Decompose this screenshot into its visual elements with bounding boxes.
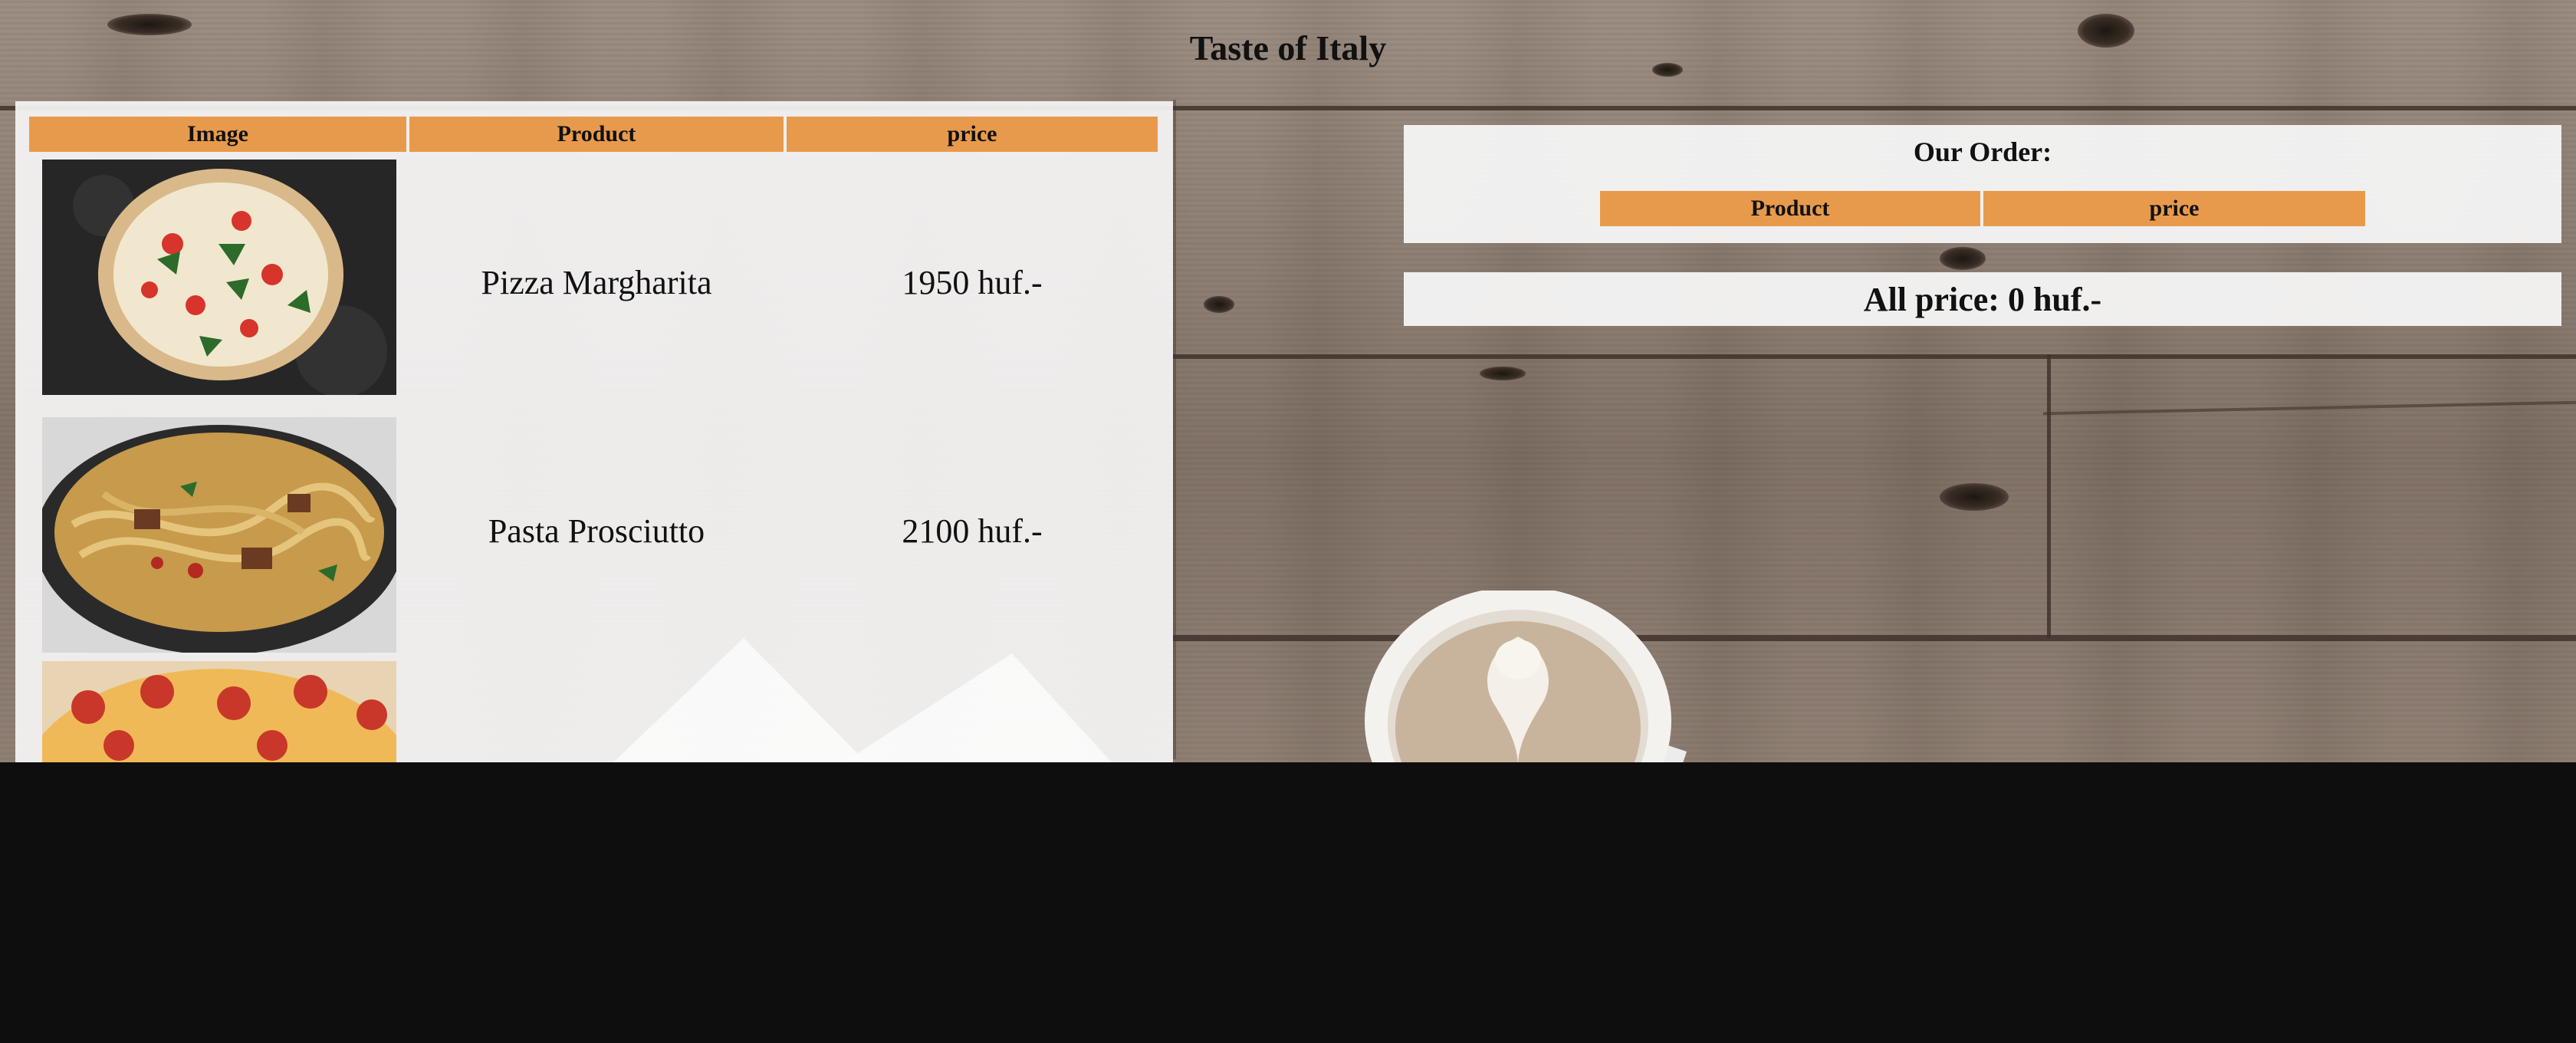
plank-seam <box>2047 354 2051 638</box>
wood-knot <box>1940 247 1986 270</box>
order-header-product: Product <box>1600 191 1980 226</box>
pasta-prosciutto-photo[interactable] <box>42 417 396 653</box>
plank-crack <box>2043 400 2576 416</box>
plank-seam <box>1173 100 1176 759</box>
coffee-cup-image <box>1365 591 1687 762</box>
product-name: Pizza Margharita <box>481 263 712 301</box>
pizza-margherita-photo[interactable] <box>42 160 396 395</box>
page-title: Taste of Italy <box>1189 28 1387 67</box>
menu-table: Image Product price Pizza Margharita 195… <box>15 101 1173 762</box>
wood-knot <box>1480 367 1526 380</box>
column-header-product: Product <box>409 117 784 152</box>
napkin-decoration <box>613 638 1112 762</box>
order-title: Our Order: <box>1913 137 2052 167</box>
product-price: 1950 huf.- <box>902 263 1043 301</box>
pepperoni-pizza-photo[interactable] <box>42 661 396 762</box>
wood-knot <box>1204 296 1234 313</box>
product-price: 2100 huf.- <box>902 512 1043 550</box>
total-price: All price: 0 huf.- <box>1404 272 2561 326</box>
product-name: Pasta Prosciutto <box>488 512 705 550</box>
column-header-image: Image <box>29 117 406 152</box>
order-panel: Our Order: Product price <box>1404 125 2561 243</box>
order-header-price: price <box>1983 191 2365 226</box>
column-header-price: price <box>787 117 1158 152</box>
plank-seam <box>1173 354 2576 359</box>
wood-knot <box>1940 483 2009 511</box>
